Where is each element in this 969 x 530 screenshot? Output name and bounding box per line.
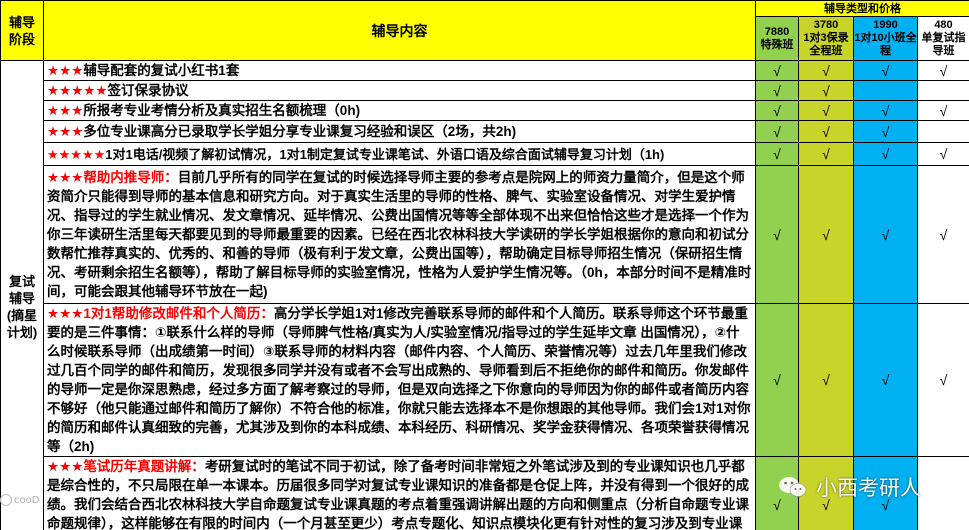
content-text: 辅导配套的复试小红书1套 — [83, 63, 240, 78]
content-cell: ★★★所报考专业考情分析及真实招生名额梳理（0h) — [43, 100, 756, 121]
check-mark: √ — [755, 165, 799, 304]
check-mark: √ — [798, 120, 854, 143]
check-mark — [917, 80, 969, 101]
table-row: ★★★笔试历年真题讲解：考研复试时的笔试不同于初试，除了备考时间非常短之外笔试涉… — [1, 456, 969, 530]
stage-label: 复试辅导(摘星计划) — [0, 60, 44, 530]
table-row: ★★★多位专业课高分已录取学长学姐分享专业课复习经验和误区（2场，共2h) √ … — [1, 120, 969, 143]
check-mark: √ — [917, 100, 969, 121]
table-row: ★★★帮助内推导师：目前几乎所有的同学在复试的时候选择导师主要的参考点是院网上的… — [1, 165, 969, 304]
content-cell: ★★★★★签订保录协议 — [43, 80, 756, 101]
plan-price: 480 — [934, 19, 953, 31]
content-text: 签订保录协议 — [107, 83, 189, 98]
check-mark: √ — [798, 80, 854, 101]
star-rating: ★★★★★ — [47, 83, 108, 98]
check-mark: √ — [917, 303, 969, 457]
table-row: ★★★★★签订保录协议 √ √ — [1, 80, 969, 101]
plan-header-special: 7880 特殊班 — [755, 16, 799, 61]
check-mark: √ — [755, 142, 799, 166]
check-mark: √ — [798, 303, 854, 457]
content-text: 目前几乎所有的同学在复试的时候选择导师主要的参考点是院网上的师资力量简介，但是这… — [47, 170, 752, 299]
content-text: 1对1电话/视频了解初试情况，1对1制定复试专业课笔试、外语口语及综合面试辅导复… — [105, 146, 665, 162]
header-stage: 辅导阶段 — [0, 0, 44, 61]
content-text: 多位专业课高分已录取学长学姐分享专业课复习经验和误区（2场，共2h) — [83, 124, 517, 139]
check-mark: √ — [798, 456, 854, 530]
star-rating: ★★★ — [47, 63, 84, 78]
header-type-price: 辅导类型和价格 — [755, 0, 969, 17]
content-cell: ★★★1对1帮助修改邮件和个人简历：高分学长学姐1对1修改完善联系导师的邮件和个… — [43, 303, 756, 457]
check-mark: √ — [917, 60, 969, 81]
header-content: 辅导内容 — [43, 0, 756, 61]
plan-header-1v3: 3780 1对3保录全程班 — [798, 16, 854, 61]
check-mark: √ — [853, 60, 918, 81]
plan-header-1v10: 1990 1对10小班全程 — [853, 16, 918, 61]
table-row: 复试辅导(摘星计划) ★★★辅导配套的复试小红书1套 √ √ √ √ — [0, 60, 969, 530]
star-rating: ★★★ — [47, 459, 84, 474]
check-mark: √ — [853, 120, 918, 143]
star-rating: ★★★ — [47, 306, 84, 321]
plan-name: 1对3保录全程班 — [803, 32, 849, 57]
check-mark: √ — [755, 456, 799, 530]
star-rating: ★★★ — [47, 103, 84, 118]
check-mark: √ — [853, 303, 918, 457]
check-mark: √ — [755, 60, 799, 81]
check-mark: √ — [798, 142, 854, 166]
content-cell: ★★★帮助内推导师：目前几乎所有的同学在复试的时候选择导师主要的参考点是院网上的… — [43, 165, 756, 304]
check-mark — [853, 80, 918, 101]
highlight-title: 笔试历年真题讲解： — [83, 459, 205, 474]
check-mark: √ — [798, 165, 854, 304]
plan-price: 1990 — [873, 19, 898, 31]
check-mark: √ — [755, 120, 799, 143]
content-cell: ★★★★★1对1电话/视频了解初试情况，1对1制定复试专业课笔试、外语口语及综合… — [43, 142, 756, 166]
plan-name: 特殊班 — [760, 38, 794, 51]
check-mark: √ — [755, 100, 799, 121]
content-cell: ★★★辅导配套的复试小红书1套 — [43, 60, 756, 81]
check-mark: √ — [917, 165, 969, 304]
check-mark: √ — [917, 142, 969, 166]
check-mark: √ — [798, 100, 854, 121]
content-text: 所报考专业考情分析及真实招生名额梳理（0h) — [83, 103, 361, 118]
highlight-title: 帮助内推导师： — [83, 170, 178, 185]
check-mark: √ — [853, 165, 918, 304]
course-table: 辅导阶段 辅导内容 辅导类型和价格 7880 特殊班 3780 1对3保录全程班 1… — [0, 0, 969, 530]
plan-name: 单复试指导班 — [921, 32, 966, 57]
check-mark: √ — [755, 303, 799, 457]
plan-header-single: 480 单复试指导班 — [917, 16, 969, 61]
check-mark — [917, 120, 969, 143]
highlight-title: 1对1帮助修改邮件和个人简历： — [83, 306, 274, 321]
check-mark: √ — [853, 100, 918, 121]
plan-price: 7880 — [764, 25, 790, 38]
check-mark: √ — [798, 60, 854, 81]
plan-price: 3780 — [813, 19, 839, 31]
check-mark: √ — [853, 456, 918, 530]
content-cell: ★★★多位专业课高分已录取学长学姐分享专业课复习经验和误区（2场，共2h) — [43, 120, 756, 143]
star-rating: ★★★ — [47, 170, 84, 185]
star-rating: ★★★★★ — [47, 146, 106, 162]
check-mark: √ — [853, 142, 918, 166]
table-row: ★★★1对1帮助修改邮件和个人简历：高分学长学姐1对1修改完善联系导师的邮件和个… — [1, 303, 969, 457]
check-mark: √ — [755, 80, 799, 101]
table-row: ★★★所报考专业考情分析及真实招生名额梳理（0h) √ √ √ √ — [1, 100, 969, 121]
content-text: 高分学长学姐1对1修改完善联系导师的邮件和个人简历。联系导师这个环节最重要的是三… — [47, 306, 751, 454]
content-cell: ★★★笔试历年真题讲解：考研复试时的笔试不同于初试，除了备考时间非常短之外笔试涉… — [43, 456, 756, 530]
table-row: ★★★★★1对1电话/视频了解初试情况，1对1制定复试专业课笔试、外语口语及综合… — [1, 142, 969, 166]
plan-name: 1对10小班全程 — [854, 32, 917, 57]
check-mark — [917, 456, 969, 530]
star-rating: ★★★ — [47, 124, 84, 139]
